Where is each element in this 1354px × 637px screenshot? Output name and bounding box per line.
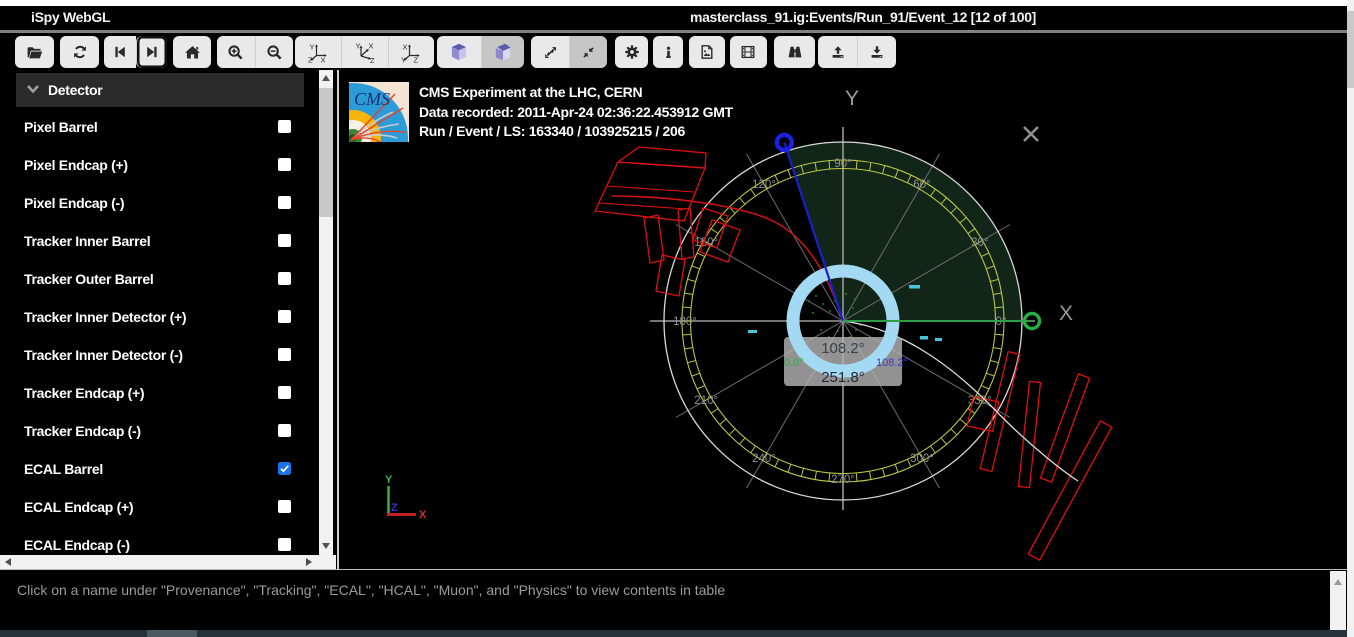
svg-text:240°: 240° bbox=[752, 453, 776, 465]
svg-text:60°: 60° bbox=[913, 179, 930, 191]
svg-text:Z: Z bbox=[414, 56, 419, 64]
svg-text:30°: 30° bbox=[971, 237, 988, 249]
svg-text:Z: Z bbox=[391, 502, 398, 514]
svg-text:Y: Y bbox=[845, 87, 859, 110]
svg-text:251.8°: 251.8° bbox=[821, 369, 865, 386]
svg-text:Y: Y bbox=[310, 43, 315, 52]
svg-text:X: X bbox=[321, 56, 326, 64]
svg-text:Z: Z bbox=[308, 56, 313, 64]
svg-text:120°: 120° bbox=[752, 179, 776, 191]
svg-text:Y: Y bbox=[385, 474, 393, 486]
svg-text:X: X bbox=[403, 43, 408, 52]
svg-text:300°: 300° bbox=[910, 453, 934, 465]
svg-text:X: X bbox=[368, 42, 373, 51]
svg-text:Y: Y bbox=[401, 56, 406, 64]
svg-text:210°: 210° bbox=[694, 395, 718, 407]
svg-text:X: X bbox=[1059, 302, 1073, 325]
svg-text:108.2°: 108.2° bbox=[821, 340, 865, 357]
svg-text:Y: Y bbox=[355, 42, 360, 51]
svg-text:Z: Z bbox=[370, 56, 375, 63]
svg-text:90°: 90° bbox=[834, 158, 851, 170]
svg-text:X: X bbox=[419, 509, 427, 521]
svg-text:270°: 270° bbox=[831, 474, 855, 486]
svg-text:0.0°: 0.0° bbox=[784, 357, 804, 369]
svg-text:180°: 180° bbox=[673, 316, 697, 328]
svg-text:108.2°: 108.2° bbox=[876, 357, 908, 369]
